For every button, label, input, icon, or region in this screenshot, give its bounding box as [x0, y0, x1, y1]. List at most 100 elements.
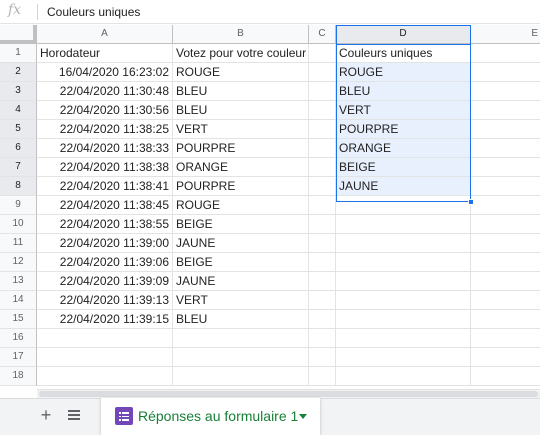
cell-e[interactable] — [471, 310, 540, 329]
cell-d[interactable]: VERT — [336, 101, 471, 120]
cell-b[interactable]: BLEU — [173, 82, 309, 101]
cell-d[interactable]: ORANGE — [336, 139, 471, 158]
cell-e[interactable] — [471, 44, 540, 63]
row-number[interactable]: 7 — [0, 158, 37, 177]
row-number[interactable]: 6 — [0, 139, 37, 158]
cell-a[interactable]: 22/04/2020 11:38:38 — [37, 158, 173, 177]
cell-a[interactable]: 22/04/2020 11:38:55 — [37, 215, 173, 234]
cell-a[interactable]: 22/04/2020 11:38:25 — [37, 120, 173, 139]
cell-b[interactable]: VERT — [173, 291, 309, 310]
cell-e[interactable] — [471, 215, 540, 234]
row-number[interactable]: 18 — [0, 367, 37, 386]
cell-c[interactable] — [309, 291, 336, 310]
cell-d[interactable]: BEIGE — [336, 158, 471, 177]
cell-c[interactable] — [309, 348, 336, 367]
column-header-e[interactable]: E — [471, 25, 540, 44]
cell-b[interactable]: ROUGE — [173, 196, 309, 215]
cell-a[interactable]: 22/04/2020 11:38:33 — [37, 139, 173, 158]
cell-d[interactable] — [336, 272, 471, 291]
cell-a[interactable]: 16/04/2020 16:23:02 — [37, 63, 173, 82]
cell-a[interactable]: 22/04/2020 11:39:13 — [37, 291, 173, 310]
sheet-list-icon[interactable] — [64, 405, 84, 425]
cell-d[interactable]: ROUGE — [336, 63, 471, 82]
cell-d[interactable] — [336, 291, 471, 310]
row-number[interactable]: 3 — [0, 82, 37, 101]
cell-d[interactable] — [336, 253, 471, 272]
row-number[interactable]: 15 — [0, 310, 37, 329]
column-header-a[interactable]: A — [37, 25, 173, 44]
cell-c[interactable] — [309, 310, 336, 329]
cell-c[interactable] — [309, 253, 336, 272]
row-number[interactable]: 17 — [0, 348, 37, 367]
cell-a[interactable]: 22/04/2020 11:30:48 — [37, 82, 173, 101]
cell-a[interactable] — [37, 367, 173, 386]
cell-b[interactable]: ORANGE — [173, 158, 309, 177]
cell-c[interactable] — [309, 63, 336, 82]
cell-d[interactable] — [336, 215, 471, 234]
cell-e[interactable] — [471, 101, 540, 120]
cell-c[interactable] — [309, 101, 336, 120]
cell-c[interactable] — [309, 158, 336, 177]
row-number[interactable]: 4 — [0, 101, 37, 120]
cell-a[interactable] — [37, 348, 173, 367]
fill-handle[interactable] — [468, 199, 474, 205]
cell-c[interactable] — [309, 196, 336, 215]
row-number[interactable]: 5 — [0, 120, 37, 139]
cell-b[interactable]: BLEU — [173, 310, 309, 329]
column-header-c[interactable]: C — [309, 25, 336, 44]
select-all-corner[interactable] — [0, 25, 37, 44]
row-number[interactable]: 9 — [0, 196, 37, 215]
cell-e[interactable] — [471, 177, 540, 196]
horizontal-scrollbar[interactable] — [37, 389, 540, 398]
row-number[interactable]: 2 — [0, 63, 37, 82]
chevron-down-icon[interactable] — [299, 414, 307, 419]
sheet-tab-responses[interactable]: Réponses au formulaire 1 — [101, 398, 320, 435]
cell-d[interactable] — [336, 196, 471, 215]
cell-c[interactable] — [309, 272, 336, 291]
cell-d[interactable] — [336, 234, 471, 253]
cell-e[interactable] — [471, 329, 540, 348]
cell-e[interactable] — [471, 253, 540, 272]
row-number[interactable]: 12 — [0, 253, 37, 272]
cell-b[interactable]: BEIGE — [173, 215, 309, 234]
cell-e[interactable] — [471, 367, 540, 386]
cell-b[interactable]: POURPRE — [173, 139, 309, 158]
row-number[interactable]: 14 — [0, 291, 37, 310]
cell-d[interactable]: POURPRE — [336, 120, 471, 139]
cell-b[interactable]: BLEU — [173, 101, 309, 120]
cell-d[interactable] — [336, 348, 471, 367]
cell-d[interactable] — [336, 310, 471, 329]
cell-a[interactable]: 22/04/2020 11:38:41 — [37, 177, 173, 196]
row-number[interactable]: 1 — [0, 44, 37, 63]
row-number[interactable]: 16 — [0, 329, 37, 348]
cell-e[interactable] — [471, 158, 540, 177]
cell-b[interactable] — [173, 367, 309, 386]
cell-a[interactable] — [37, 329, 173, 348]
cell-c[interactable] — [309, 215, 336, 234]
cell-e[interactable] — [471, 63, 540, 82]
cell-b[interactable]: JAUNE — [173, 234, 309, 253]
cell-e[interactable] — [471, 120, 540, 139]
cell-c[interactable] — [309, 120, 336, 139]
cell-c[interactable] — [309, 234, 336, 253]
cell-d[interactable]: JAUNE — [336, 177, 471, 196]
cell-a[interactable]: 22/04/2020 11:38:45 — [37, 196, 173, 215]
cell-b[interactable] — [173, 329, 309, 348]
cell-c[interactable] — [309, 139, 336, 158]
cell-a[interactable]: 22/04/2020 11:30:56 — [37, 101, 173, 120]
cell-d[interactable] — [336, 367, 471, 386]
cell-c[interactable] — [309, 82, 336, 101]
cell-d[interactable]: BLEU — [336, 82, 471, 101]
cell-d[interactable] — [336, 329, 471, 348]
cell-c[interactable] — [309, 177, 336, 196]
cell-a[interactable]: Horodateur — [37, 44, 173, 63]
cell-b[interactable]: VERT — [173, 120, 309, 139]
cell-b[interactable]: Votez pour votre couleur préférée — [173, 44, 309, 63]
cell-e[interactable] — [471, 196, 540, 215]
row-number[interactable]: 10 — [0, 215, 37, 234]
cell-e[interactable] — [471, 291, 540, 310]
cell-e[interactable] — [471, 234, 540, 253]
scrollbar-thumb[interactable] — [39, 391, 538, 397]
cell-c[interactable] — [309, 44, 336, 63]
cell-e[interactable] — [471, 272, 540, 291]
